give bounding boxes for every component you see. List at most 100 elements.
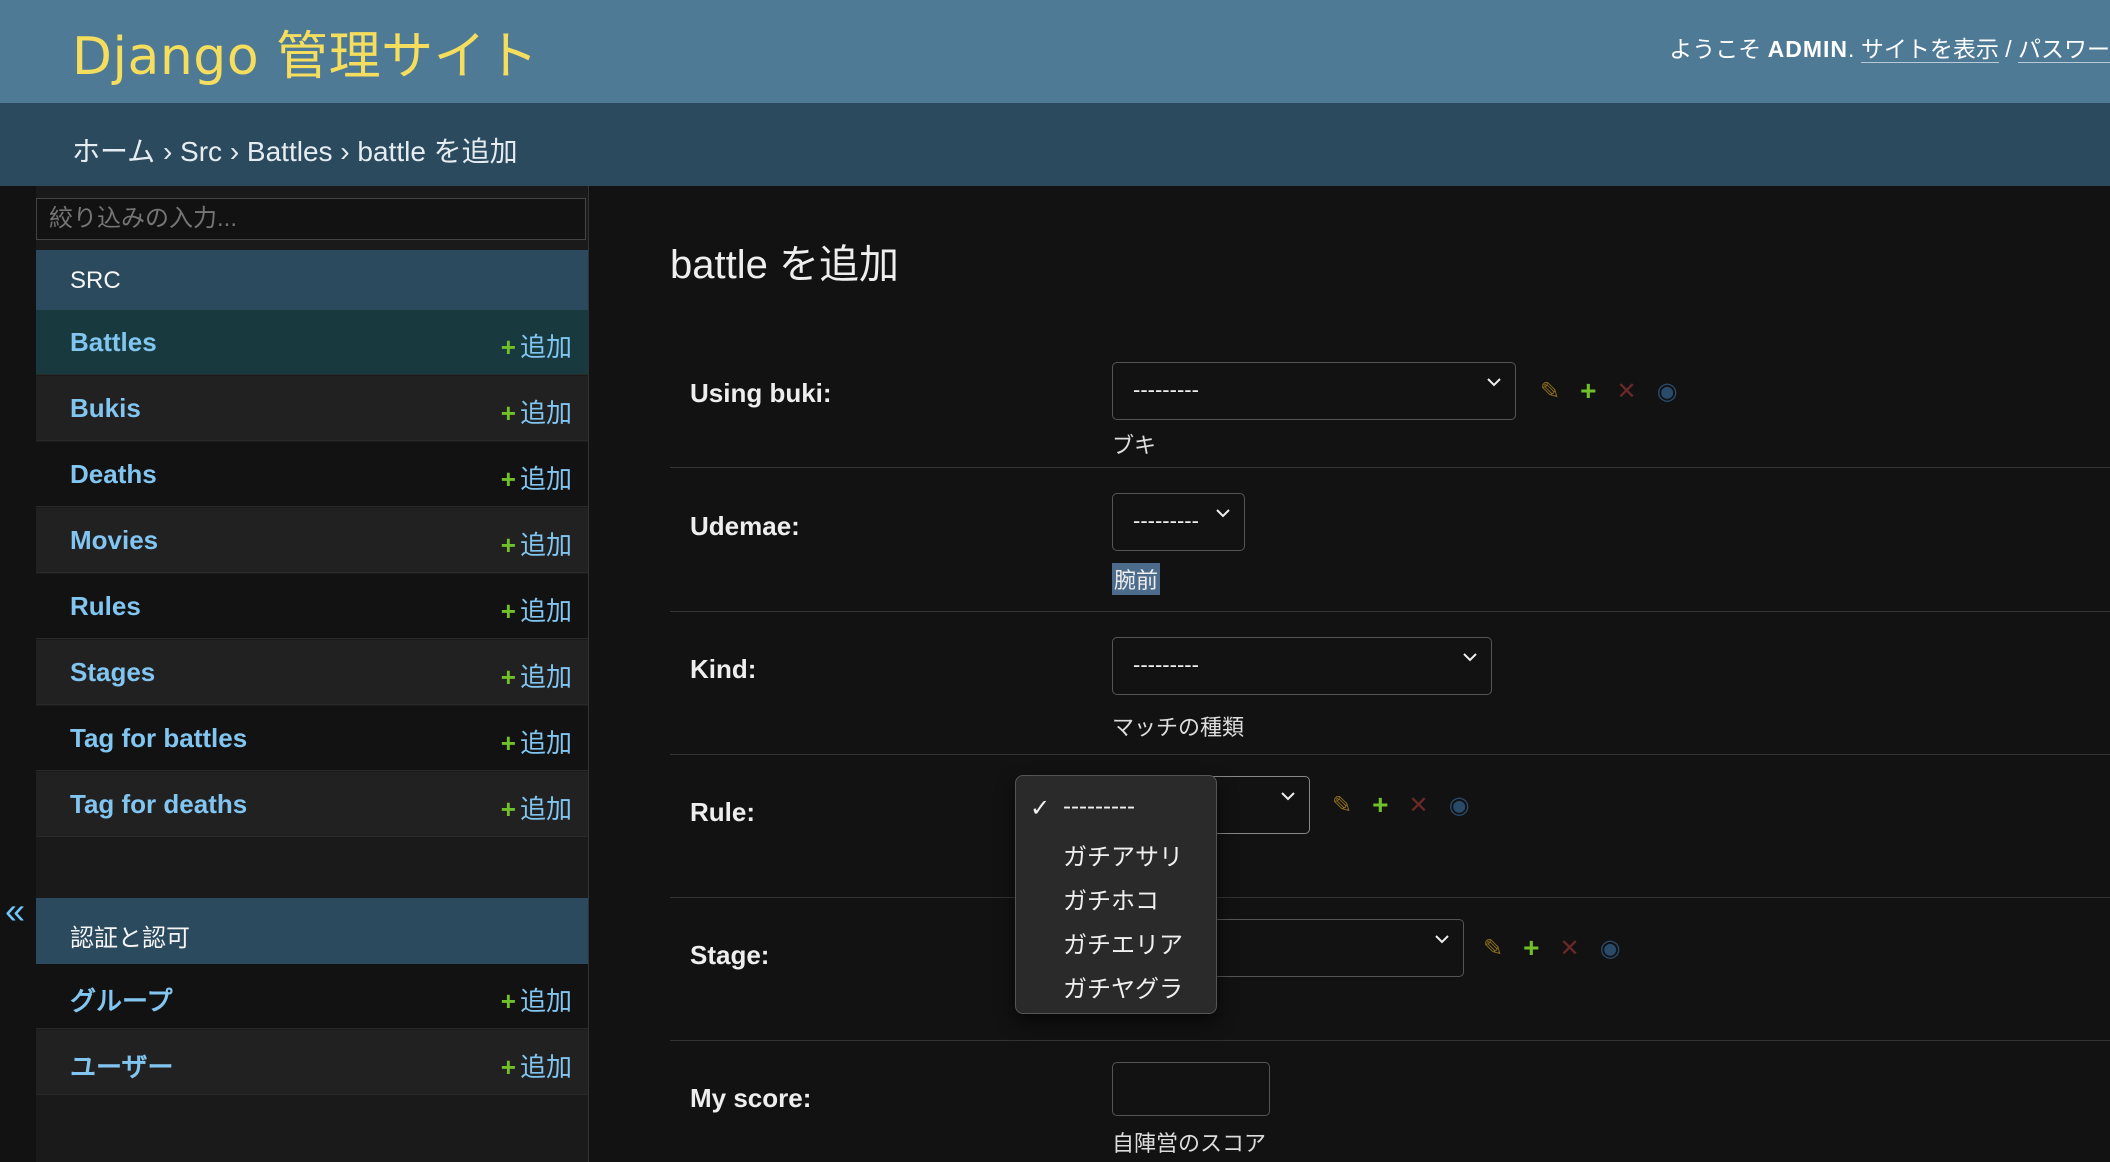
model-link[interactable]: Movies [70, 525, 158, 556]
delete-icon[interactable]: ✕ [1408, 791, 1428, 820]
add-label: 追加 [519, 530, 572, 560]
breadcrumb[interactable]: ホーム › Src › Battles › battle を追加 [72, 130, 518, 170]
check-icon: ✓ [1030, 795, 1051, 822]
add-icon: + [500, 794, 516, 824]
nav-sidebar: SRC Battles +追加 Bukis +追加 Deaths +追加 Mov… [36, 186, 589, 1162]
delete-icon[interactable]: ✕ [1616, 377, 1636, 406]
add-link[interactable]: + 追加 [501, 393, 572, 430]
delete-icon[interactable]: ✕ [1559, 934, 1579, 963]
add-link[interactable]: + 追加 [501, 459, 572, 496]
add-icon[interactable]: + [1580, 375, 1596, 407]
sidebar-item-users[interactable]: ユーザー + 追加 [36, 1030, 588, 1095]
sidebar-item-rules[interactable]: Rules + 追加 [36, 574, 588, 639]
pencil-icon[interactable]: ✎ [1540, 377, 1560, 406]
pencil-icon[interactable]: ✎ [1332, 791, 1352, 820]
field-label: Kind: [690, 654, 757, 684]
field-row-using-buki: Using buki: --------- ✎ + ✕ ◉ ブキ [670, 342, 2110, 468]
nav-filter-input[interactable] [36, 198, 586, 240]
related-actions: ✎ + ✕ ◉ [1483, 932, 1621, 964]
view-icon[interactable]: ◉ [1449, 791, 1470, 820]
add-label: 追加 [519, 986, 572, 1016]
model-link[interactable]: グループ [70, 981, 172, 1018]
field-label: My score: [690, 1083, 812, 1113]
chevron-down-icon [1435, 935, 1449, 944]
help-text: 腕前 [1112, 563, 1161, 595]
dropdown-option[interactable]: --------- [1063, 793, 1135, 821]
add-label: 追加 [519, 596, 572, 626]
view-site-link[interactable]: サイトを表示 [1860, 36, 1999, 63]
model-link[interactable]: Battles [70, 327, 157, 358]
password-change-link[interactable]: パスワー [2018, 36, 2110, 63]
chevron-down-icon [1463, 653, 1477, 662]
my-score-input[interactable] [1112, 1062, 1270, 1116]
add-link[interactable]: + 追加 [501, 981, 572, 1018]
add-icon: + [500, 596, 516, 626]
add-label: 追加 [519, 332, 572, 362]
add-link[interactable]: + 追加 [501, 591, 572, 628]
model-link[interactable]: Deaths [70, 459, 157, 490]
help-text: マッチの種類 [1112, 715, 1245, 740]
sidebar-item-tag-for-deaths[interactable]: Tag for deaths + 追加 [36, 772, 588, 837]
add-label: 追加 [519, 398, 572, 428]
add-icon[interactable]: + [1523, 932, 1539, 964]
app-caption-src[interactable]: SRC [36, 250, 588, 310]
dropdown-option[interactable]: ガチアサリ [1063, 837, 1183, 872]
add-link[interactable]: + 追加 [501, 327, 572, 364]
model-link[interactable]: Bukis [70, 393, 141, 424]
model-link[interactable]: Tag for battles [70, 723, 247, 754]
model-link[interactable]: ユーザー [70, 1047, 173, 1084]
add-icon: + [500, 728, 516, 758]
pencil-icon[interactable]: ✎ [1483, 934, 1503, 963]
username: ADMIN [1767, 36, 1849, 62]
field-label: Udemae: [690, 511, 800, 541]
site-branding[interactable]: Django 管理サイト [72, 14, 539, 89]
udemae-select[interactable]: --------- [1112, 493, 1245, 551]
add-link[interactable]: + 追加 [501, 657, 572, 694]
sidebar-item-tag-for-battles[interactable]: Tag for battles + 追加 [36, 706, 588, 771]
sidebar-item-battles[interactable]: Battles + 追加 [36, 310, 588, 375]
add-icon: + [500, 530, 516, 560]
sidebar-item-stages[interactable]: Stages + 追加 [36, 640, 588, 705]
chevron-down-icon [1281, 792, 1295, 801]
app-caption-auth[interactable]: 認証と認可 [36, 898, 588, 964]
add-icon[interactable]: + [1372, 789, 1388, 821]
add-link[interactable]: + 追加 [501, 789, 572, 826]
select-value: --------- [1133, 508, 1199, 533]
sidebar-item-groups[interactable]: グループ + 追加 [36, 964, 588, 1029]
model-link[interactable]: Tag for deaths [70, 789, 247, 820]
view-icon[interactable]: ◉ [1600, 934, 1621, 963]
add-link[interactable]: + 追加 [501, 525, 572, 562]
add-label: 追加 [519, 464, 572, 494]
dropdown-option[interactable]: ガチホコ [1063, 881, 1159, 916]
add-label: 追加 [519, 728, 572, 758]
field-label: Using buki: [690, 378, 832, 408]
add-label: 追加 [519, 794, 572, 824]
field-label: Stage: [690, 940, 770, 970]
dropdown-option[interactable]: ガチヤグラ [1063, 969, 1183, 1004]
dropdown-option[interactable]: ガチエリア [1063, 925, 1183, 960]
select-value: --------- [1133, 652, 1199, 677]
breadcrumb-bar: ホーム › Src › Battles › battle を追加 [0, 103, 2110, 186]
model-link[interactable]: Rules [70, 591, 141, 622]
add-link[interactable]: + 追加 [501, 723, 572, 760]
collapse-sidebar-button[interactable]: « [0, 890, 30, 932]
view-icon[interactable]: ◉ [1657, 377, 1678, 406]
user-tools-separator: / [2005, 36, 2012, 62]
add-icon: + [500, 1052, 516, 1082]
sidebar-item-movies[interactable]: Movies + 追加 [36, 508, 588, 573]
header: Django 管理サイト ようこそ ADMIN. サイトを表示 / パスワー [0, 0, 2110, 103]
sidebar-toggle-strip [0, 186, 36, 1162]
main-content: battle を追加 Using buki: --------- ✎ + ✕ ◉… [589, 186, 2110, 1162]
using-buki-select[interactable]: --------- [1112, 362, 1516, 420]
sidebar-item-bukis[interactable]: Bukis + 追加 [36, 376, 588, 441]
add-icon: + [500, 662, 516, 692]
model-link[interactable]: Stages [70, 657, 155, 688]
user-tools: ようこそ ADMIN. サイトを表示 / パスワー [1669, 36, 2110, 63]
field-row-udemae: Udemae: --------- 腕前 [670, 468, 2110, 612]
add-link[interactable]: + 追加 [501, 1047, 572, 1084]
sidebar-item-deaths[interactable]: Deaths + 追加 [36, 442, 588, 507]
kind-select[interactable]: --------- [1112, 637, 1492, 695]
add-label: 追加 [519, 662, 572, 692]
related-actions: ✎ + ✕ ◉ [1332, 789, 1470, 821]
page-title: battle を追加 [670, 243, 899, 287]
